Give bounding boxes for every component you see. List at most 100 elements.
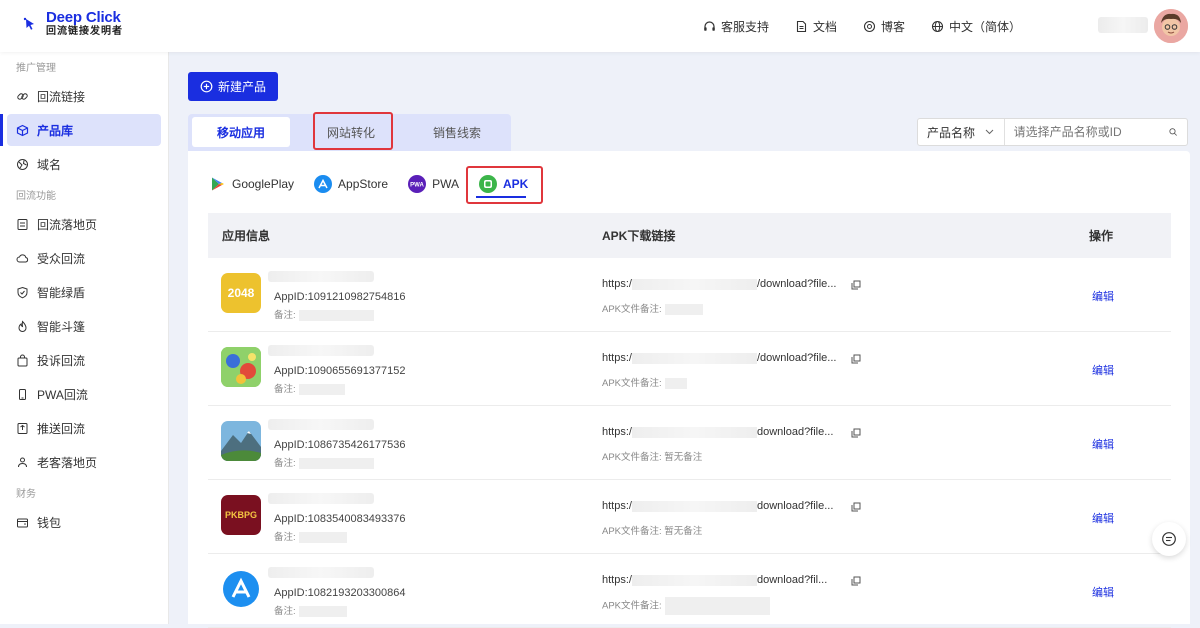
edit-button[interactable]: 编辑: [1092, 288, 1114, 304]
brand-logo[interactable]: Deep Click 回流链接发明者: [22, 10, 123, 38]
sidebar-section-title: 推广管理: [16, 63, 56, 74]
copy-icon[interactable]: [851, 280, 861, 290]
tab-pwa[interactable]: PWA PWA: [408, 173, 459, 195]
sidebar-item-product-library[interactable]: 产品库: [7, 114, 161, 146]
nav-language[interactable]: 中文（简体）: [931, 18, 1021, 35]
tab-label: AppStore: [338, 177, 389, 191]
domain-icon: [17, 158, 28, 170]
sidebar-item-complaint[interactable]: 投诉回流: [7, 344, 161, 376]
copy-icon[interactable]: [851, 354, 861, 364]
brand-title: Deep Click: [46, 9, 121, 26]
sidebar-item-label: 域名: [37, 157, 62, 172]
tab-app-store[interactable]: AppStore: [314, 173, 388, 195]
search-field-select[interactable]: 产品名称: [918, 119, 1005, 145]
url-blurred: [631, 426, 757, 438]
blog-icon: [863, 20, 876, 33]
search-input[interactable]: [1004, 119, 1169, 145]
url-suffix: /download?file...: [756, 352, 837, 364]
apk-url[interactable]: https:/ /download?file...: [602, 278, 836, 290]
tab-label: GooglePlay: [232, 177, 295, 191]
avatar[interactable]: [1154, 9, 1188, 43]
sidebar-item-return-links[interactable]: 回流链接: [7, 80, 161, 112]
note-blurred: [298, 457, 374, 469]
column-app-info: 应用信息: [222, 229, 271, 243]
sidebar-item-audience[interactable]: 受众回流: [7, 242, 161, 274]
search-icon[interactable]: [1169, 126, 1177, 138]
tab-mobile-app[interactable]: 移动应用: [192, 117, 290, 147]
url-prefix: https:/: [602, 574, 632, 586]
edit-button[interactable]: 编辑: [1092, 436, 1114, 452]
sidebar-item-label: 产品库: [37, 123, 74, 138]
edit-button[interactable]: 编辑: [1092, 362, 1114, 378]
note-blurred: [298, 309, 374, 321]
tab-google-play[interactable]: GooglePlay: [210, 173, 294, 195]
tab-sales-leads[interactable]: 销售线索: [418, 117, 496, 147]
apk-url[interactable]: https:/ /download?file...: [602, 352, 836, 364]
sidebar-item-wallet[interactable]: 钱包: [7, 506, 161, 538]
landing-page-icon: [17, 218, 28, 230]
chevron-down-icon: [985, 129, 993, 135]
sidebar-item-shield[interactable]: 智能绿盾: [7, 276, 161, 308]
copy-icon[interactable]: [851, 502, 861, 512]
app-store-icon: [314, 175, 333, 193]
nav-blog[interactable]: 博客: [863, 18, 905, 35]
sidebar-item-returning-users[interactable]: 老客落地页: [7, 446, 161, 478]
sidebar-item-pwa[interactable]: PWA回流: [7, 378, 161, 410]
app-name-blurred: [268, 419, 374, 430]
app-note: 备注:: [274, 307, 374, 321]
file-note-value: 暂无备注: [664, 452, 703, 463]
sidebar-item-cloak[interactable]: 智能斗篷: [7, 310, 161, 342]
nav-language-label: 中文（简体）: [949, 20, 1022, 34]
tab-label: PWA: [432, 177, 459, 191]
pwa-icon: PWA: [408, 175, 427, 193]
apk-file-note: APK文件备注: 暂无备注: [602, 523, 702, 537]
sidebar-item-label: PWA回流: [37, 387, 88, 402]
chat-support-button[interactable]: [1152, 522, 1186, 556]
username-blurred[interactable]: [1098, 17, 1148, 33]
url-suffix: download?file...: [756, 500, 834, 512]
product-search: 产品名称: [917, 118, 1188, 146]
sidebar-item-label: 智能斗篷: [37, 319, 86, 334]
tab-apk[interactable]: APK: [478, 173, 529, 195]
app-icon-text: 2048: [227, 286, 255, 300]
url-blurred: [631, 278, 757, 290]
note-label: 备注:: [274, 606, 296, 617]
column-actions: 操作: [1089, 229, 1114, 243]
note-label: 备注:: [274, 532, 296, 543]
apk-url[interactable]: https:/ download?file...: [602, 426, 833, 438]
apk-file-note: APK文件备注:: [602, 375, 687, 389]
sidebar-item-domain[interactable]: 域名: [7, 148, 161, 180]
apk-file-note: APK文件备注: 暂无备注: [602, 449, 702, 463]
tab-label: APK: [502, 177, 529, 191]
note-blurred: [298, 531, 347, 543]
note-blurred: [298, 605, 347, 617]
apk-url[interactable]: https:/ download?fil...: [602, 574, 827, 586]
app-store-app-icon: [221, 569, 261, 609]
copy-icon[interactable]: [851, 576, 861, 586]
nav-docs[interactable]: 文档: [795, 18, 837, 35]
edit-button[interactable]: 编辑: [1092, 510, 1114, 526]
table-row: AppID:1086735426177536 备注: https:/ downlo…: [208, 406, 1171, 480]
app-name-blurred: [268, 567, 374, 578]
apk-file-note: APK文件备注:: [602, 301, 703, 315]
active-tab-indicator: [476, 196, 526, 198]
sidebar-item-label: 钱包: [37, 515, 62, 530]
cursor-click-icon: [22, 16, 38, 32]
edit-button[interactable]: 编辑: [1092, 584, 1114, 600]
nav-support[interactable]: 客服支持: [703, 18, 769, 35]
file-note-value: 暂无备注: [664, 526, 703, 537]
apk-url[interactable]: https:/ download?file...: [602, 500, 833, 512]
sidebar-item-landing-page[interactable]: 回流落地页: [7, 208, 161, 240]
main-content: 新建产品 移动应用 网站转化 销售线索 产品名称 GooglePlay AppS…: [170, 52, 1200, 628]
copy-icon[interactable]: [851, 428, 861, 438]
tab-website-conversion[interactable]: 网站转化: [312, 117, 390, 147]
table-header: 应用信息 APK下载链接 操作: [208, 213, 1171, 258]
platform-tabs: GooglePlay AppStore PWA PWA APK: [210, 173, 548, 195]
app-icon-text: PKBPG: [224, 510, 257, 520]
sidebar-section-title: 财务: [16, 489, 36, 500]
url-suffix: download?fil...: [756, 574, 828, 586]
sidebar-item-push[interactable]: 推送回流: [7, 412, 161, 444]
new-product-button[interactable]: 新建产品: [188, 72, 279, 101]
app-id: AppID:1083540083493376: [274, 513, 406, 525]
sidebar-item-label: 老客落地页: [37, 455, 98, 470]
